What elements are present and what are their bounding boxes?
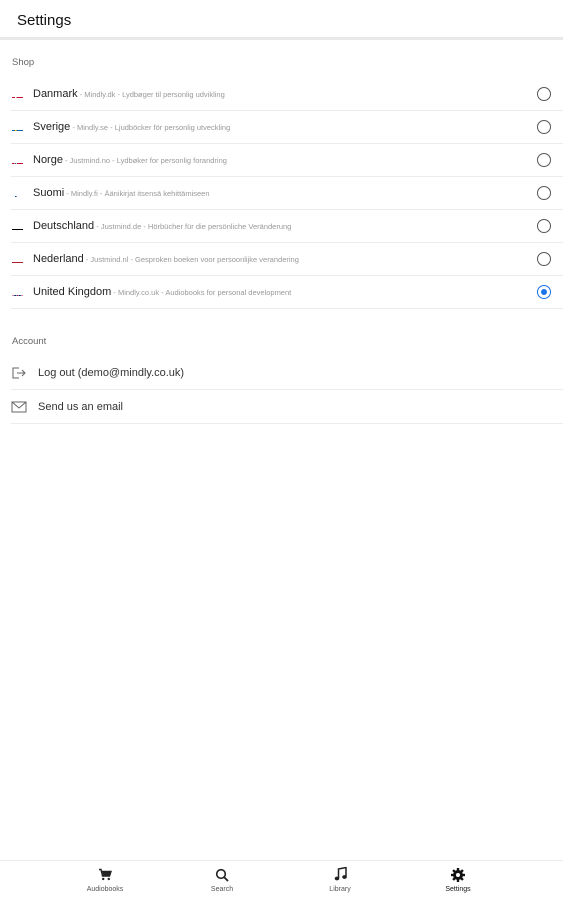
shop-section-label: Shop	[12, 57, 35, 68]
shop-item-danmark[interactable]: Danmark - Mindly.dk - Lydbøger til perso…	[11, 78, 563, 111]
nav-tab-settings[interactable]: Settings	[423, 867, 493, 893]
account-list: Log out (demo@mindly.co.uk) Send us an e…	[11, 356, 563, 424]
shop-item-subtitle: - Justmind.nl - Gesproken boeken voor pe…	[83, 255, 299, 264]
send-email-button[interactable]: Send us an email	[11, 390, 563, 424]
page-title: Settings	[17, 12, 72, 29]
bottom-navigation: Audiobooks Search Library Settings	[0, 860, 563, 901]
radio-button[interactable]	[537, 186, 551, 200]
account-section-label: Account	[12, 336, 47, 347]
shop-item-subtitle: - Justmind.no - Lydbøker for personlig f…	[62, 156, 227, 165]
shop-item-name: United Kingdom	[33, 286, 112, 298]
nav-label-search: Search	[210, 886, 234, 893]
shop-item-name: Danmark	[33, 88, 78, 100]
de-flag-icon	[12, 223, 23, 230]
dk-flag-icon	[12, 91, 23, 98]
shop-item-nederland[interactable]: Nederland - Justmind.nl - Gesproken boek…	[11, 243, 563, 276]
shop-item-name: Nederland	[33, 253, 84, 265]
radio-button[interactable]	[537, 120, 551, 134]
logout-button[interactable]: Log out (demo@mindly.co.uk)	[11, 356, 563, 390]
logout-icon	[11, 366, 27, 380]
radio-button[interactable]	[537, 252, 551, 266]
envelope-icon	[11, 400, 27, 414]
send-email-label: Send us an email	[38, 400, 123, 413]
shop-item-subtitle: - Mindly.dk - Lydbøger til personlig udv…	[77, 90, 225, 99]
radio-button[interactable]	[537, 153, 551, 167]
search-icon	[187, 867, 257, 882]
nav-label-settings: Settings	[445, 886, 471, 893]
nav-tab-library[interactable]: Library	[305, 867, 375, 893]
shop-item-united-kingdom[interactable]: United Kingdom - Mindly.co.uk - Audioboo…	[11, 276, 563, 309]
shop-list: Danmark - Mindly.dk - Lydbøger til perso…	[11, 78, 563, 309]
shop-item-name: Sverige	[33, 121, 71, 133]
shop-item-suomi[interactable]: Suomi - Mindly.fi - Äänikirjat itsensä k…	[11, 177, 563, 210]
cart-icon	[70, 867, 140, 882]
nav-tab-audiobooks[interactable]: Audiobooks	[70, 867, 140, 893]
no-flag-icon	[12, 157, 23, 164]
uk-flag-icon	[12, 289, 23, 296]
radio-button[interactable]	[537, 219, 551, 233]
nav-label-library: Library	[329, 886, 351, 893]
logout-label: Log out (demo@mindly.co.uk)	[38, 366, 185, 379]
se-flag-icon	[12, 124, 23, 131]
nav-tab-search[interactable]: Search	[187, 867, 257, 893]
nav-label-audiobooks: Audiobooks	[86, 886, 124, 893]
radio-button[interactable]	[537, 87, 551, 101]
shop-item-subtitle: - Mindly.se - Ljudböcker för personlig u…	[70, 123, 231, 132]
shop-item-subtitle: - Mindly.co.uk - Audiobooks for personal…	[111, 288, 292, 297]
nl-flag-icon	[12, 256, 23, 263]
app-header: Settings	[0, 0, 563, 40]
fi-flag-icon	[12, 190, 23, 197]
music-note-icon	[305, 867, 375, 882]
shop-item-subtitle: - Mindly.fi - Äänikirjat itsensä kehittä…	[64, 189, 210, 198]
shop-item-sverige[interactable]: Sverige - Mindly.se - Ljudböcker för per…	[11, 111, 563, 144]
shop-item-norge[interactable]: Norge - Justmind.no - Lydbøker for perso…	[11, 144, 563, 177]
radio-button-selected[interactable]	[537, 285, 551, 299]
shop-item-name: Deutschland	[33, 220, 95, 232]
shop-item-deutschland[interactable]: Deutschland - Justmind.de - Hörbücher fü…	[11, 210, 563, 243]
shop-item-name: Norge	[33, 154, 63, 166]
gear-icon	[423, 867, 493, 882]
shop-item-name: Suomi	[33, 187, 65, 199]
shop-item-subtitle: - Justmind.de - Hörbücher für die persön…	[94, 222, 292, 231]
